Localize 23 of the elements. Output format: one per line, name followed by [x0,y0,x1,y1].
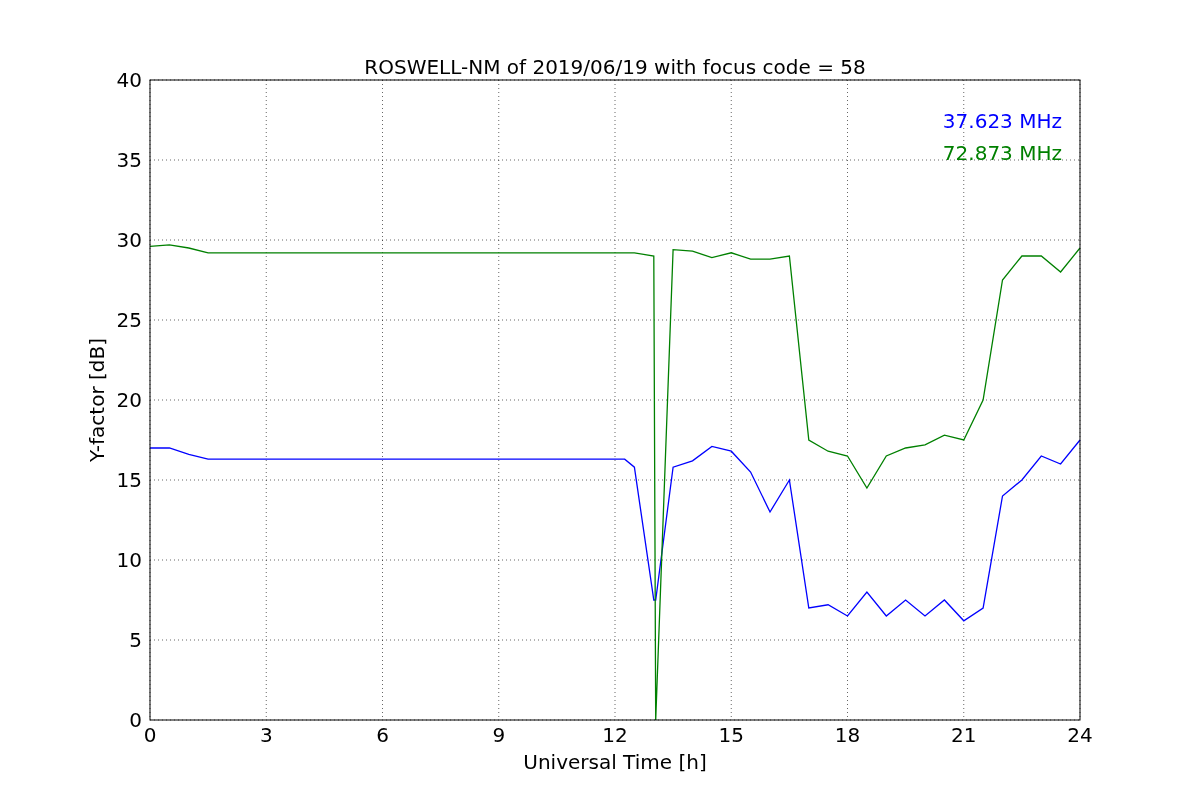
tick-label: 30 [116,228,142,252]
tick-label: 5 [129,628,142,652]
tick-label: 9 [492,723,506,747]
y-axis-label: Y-factor [dB] [85,338,109,462]
tick-label: 12 [602,723,628,747]
chart-title: ROSWELL-NM of 2019/06/19 with focus code = 58 [364,55,866,79]
tick-label: 3 [259,723,273,747]
x-axis-label: Universal Time [h] [523,750,707,774]
tick-label: 10 [116,548,142,572]
tick-label: 6 [376,723,389,747]
tick-label: 40 [116,68,142,92]
tick-label: 20 [116,388,142,412]
tick-label: 0 [129,708,142,732]
tick-label: 35 [116,148,142,172]
legend-label: 37.623 MHz [942,109,1062,133]
tick-label: 24 [1067,723,1093,747]
tick-label: 21 [951,723,977,747]
tick-label: 0 [143,723,157,747]
tick-label: 15 [116,468,142,492]
legend-label: 72.873 MHz [942,141,1062,165]
tick-label: 18 [834,723,861,747]
tick-label: 15 [718,723,744,747]
tick-label: 25 [116,308,142,332]
